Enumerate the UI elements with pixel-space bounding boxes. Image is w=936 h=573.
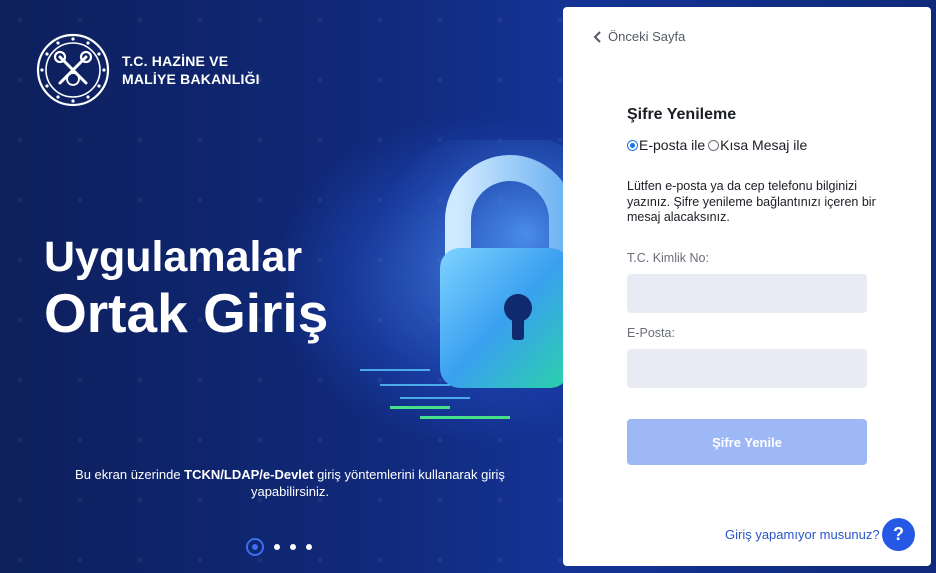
cannot-login-link[interactable]: Giriş yapamıyor musunuz?	[725, 527, 880, 542]
hero-description-methods: TCKN/LDAP/e-Devlet	[184, 467, 314, 482]
previous-page-link[interactable]: Önceki Sayfa	[593, 29, 685, 44]
ministry-name: T.C. HAZİNE VE MALİYE BAKANLIĞI	[122, 52, 260, 88]
radio-option-email[interactable]: E-posta ile	[627, 137, 705, 153]
tckn-input[interactable]	[627, 274, 867, 313]
reset-method-radio-group: E-posta ile Kısa Mesaj ile	[627, 137, 807, 153]
reset-password-button[interactable]: Şifre Yenile	[627, 419, 867, 465]
ministry-logo: T.C. HAZİNE VE MALİYE BAKANLIĞI	[36, 33, 260, 107]
carousel-dot-1[interactable]	[246, 538, 264, 556]
tckn-label: T.C. Kimlik No:	[627, 251, 709, 265]
hero-title-line1: Uygulamalar	[44, 233, 303, 281]
previous-page-label: Önceki Sayfa	[608, 29, 686, 44]
padlock-illustration-icon	[360, 140, 570, 419]
hero-title: Uygulamalar Ortak Giriş	[44, 232, 328, 344]
radio-option-sms[interactable]: Kısa Mesaj ile	[708, 137, 807, 153]
carousel-pagination	[246, 538, 312, 556]
radio-sms-label: Kısa Mesaj ile	[720, 137, 808, 153]
hero-title-line2: Ortak Giriş	[44, 282, 329, 344]
radio-email-label: E-posta ile	[639, 137, 706, 153]
carousel-dot-4[interactable]	[306, 544, 312, 550]
carousel-dot-3[interactable]	[290, 544, 296, 550]
email-input[interactable]	[627, 349, 867, 388]
carousel-dot-2[interactable]	[274, 544, 280, 550]
ministry-seal-icon	[36, 33, 110, 107]
ministry-name-line1: T.C. HAZİNE VE	[122, 53, 229, 69]
password-reset-card: Önceki Sayfa Şifre Yenileme E-posta ile …	[563, 7, 931, 566]
help-question-icon[interactable]: ?	[882, 518, 915, 551]
hero-description-prefix: Bu ekran üzerinde	[75, 467, 185, 482]
hero-description: Bu ekran üzerinde TCKN/LDAP/e-Devlet gir…	[60, 466, 520, 500]
instructions-text: Lütfen e-posta ya da cep telefonu bilgin…	[627, 179, 876, 224]
chevron-left-icon	[593, 30, 601, 43]
form-title: Şifre Yenileme	[627, 106, 737, 123]
radio-sms[interactable]	[708, 139, 720, 151]
radio-email[interactable]	[627, 139, 638, 151]
ministry-name-line2: MALİYE BAKANLIĞI	[122, 71, 260, 87]
email-label: E-Posta:	[627, 326, 675, 340]
